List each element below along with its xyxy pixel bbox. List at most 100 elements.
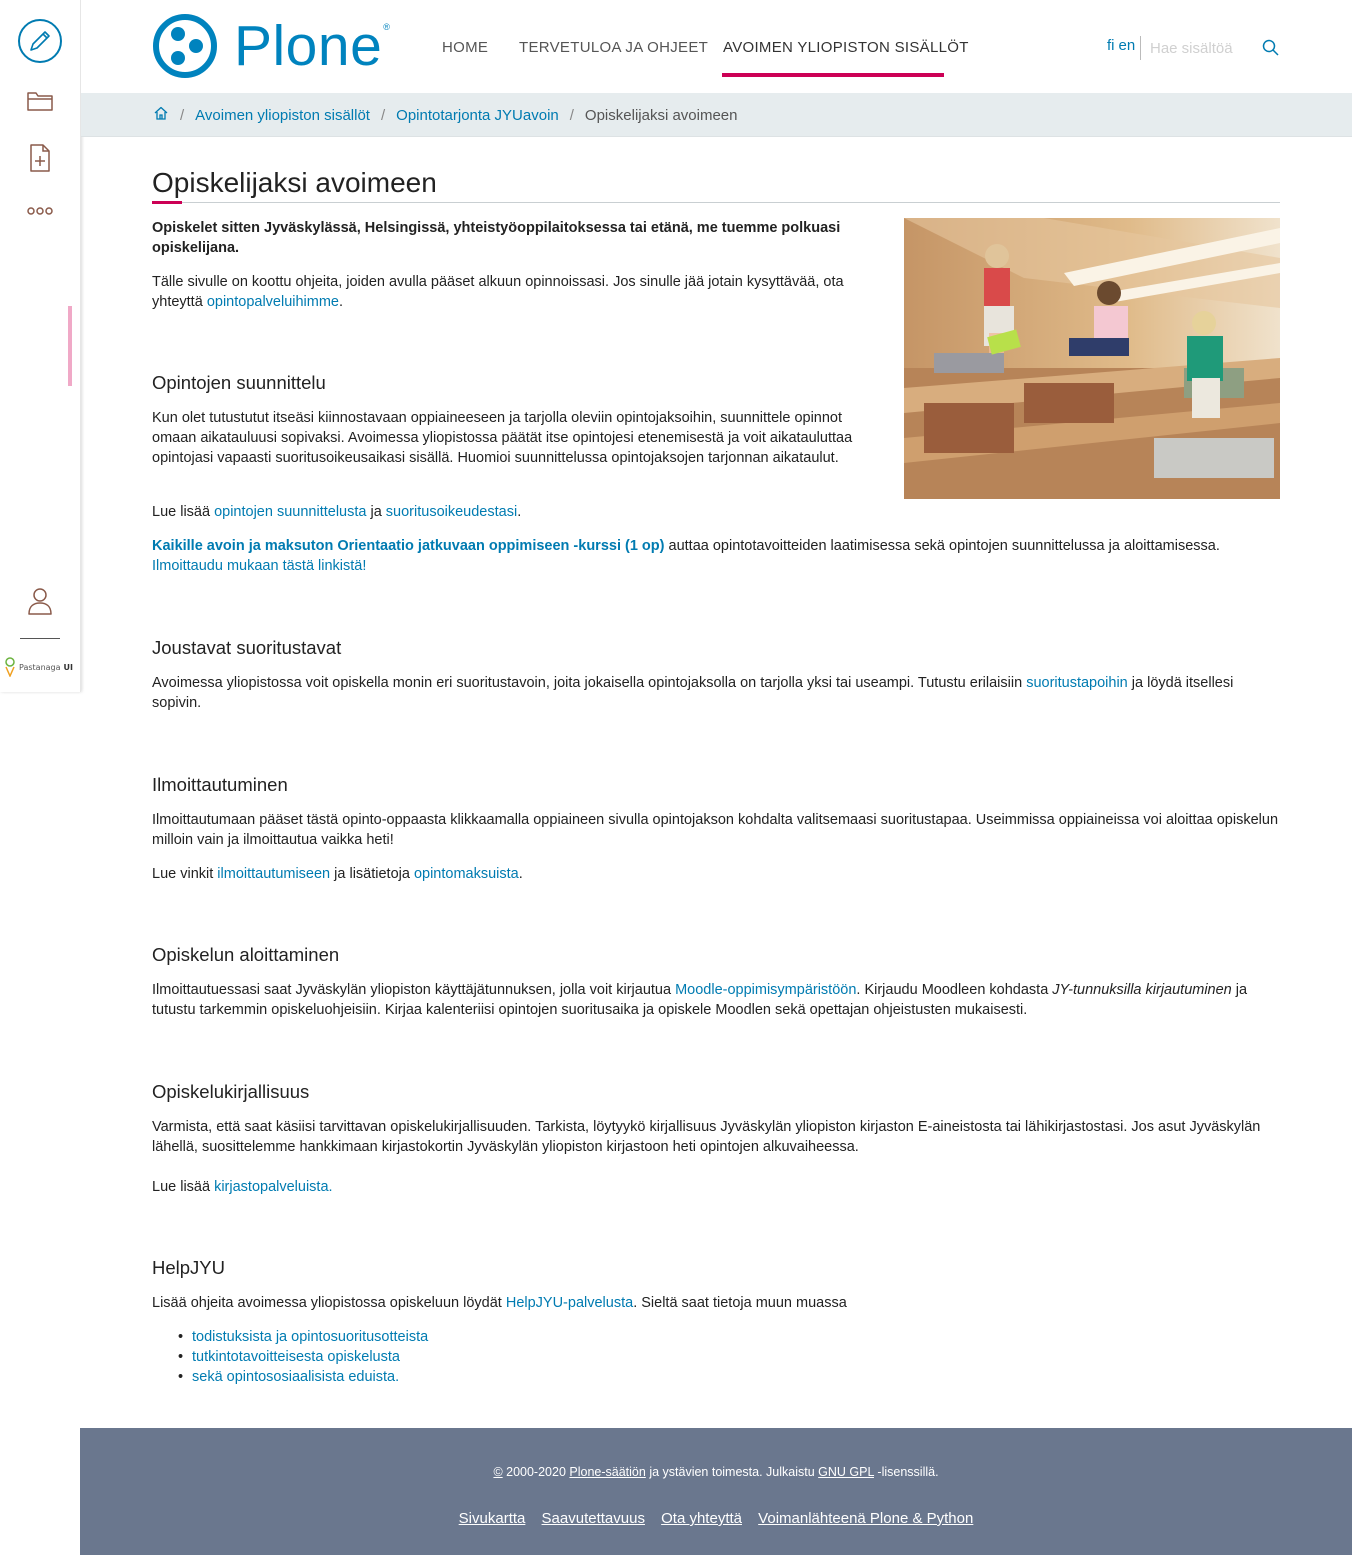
footer-link-sitemap[interactable]: Sivukartta: [459, 1510, 526, 1527]
site-logo[interactable]: Plone ®: [152, 12, 390, 80]
text-span: ja ystävien toimesta. Julkaistu: [645, 1465, 819, 1479]
footer-link-contact[interactable]: Ota yhteyttä: [661, 1510, 742, 1527]
footer-links: Sivukartta Saavutettavuus Ota yhteyttä V…: [80, 1510, 1352, 1527]
flexible-text: Avoimessa yliopistossa voit opiskella mo…: [152, 673, 1280, 713]
list-item: sekä opintososiaalisista eduista.: [152, 1367, 1280, 1387]
section-heading-starting: Opiskelun aloittaminen: [152, 944, 340, 965]
planning-more: Lue lisää opintojen suunnittelusta ja su…: [152, 502, 887, 522]
breadcrumb-current: Opiskelijaksi avoimeen: [584, 106, 738, 124]
list-item: todistuksista ja opintosuoritusotteista: [152, 1327, 1280, 1347]
literature-more: Lue lisää kirjastopalveluista.: [152, 1177, 1280, 1197]
more-button[interactable]: [0, 196, 80, 226]
text-span: Lue vinkit: [152, 866, 218, 882]
text-span: Avoimessa yliopistossa voit opiskella mo…: [152, 675, 1027, 691]
list-item: tutkintotavoitteisesta opiskelusta: [152, 1347, 1280, 1367]
registration-text: Ilmoittautumaan pääset tästä opinto-oppa…: [152, 812, 1279, 848]
search-input[interactable]: [1150, 37, 1260, 59]
search-icon: [1262, 39, 1279, 56]
text-span: Ilmoittautuessasi saat Jyväskylän yliopi…: [152, 982, 676, 998]
link-study-planning[interactable]: opintojen suunnittelusta: [214, 504, 366, 520]
site-header: Plone ® HOME TERVETULOA JA OHJEET AVOIME…: [81, 0, 1352, 93]
hero-image: [904, 218, 1280, 499]
section-heading-literature: Opiskelukirjallisuus: [152, 1081, 310, 1102]
pastanaga-icon: [5, 657, 15, 677]
link-study-services[interactable]: opintopalveluihimme: [207, 294, 339, 310]
link-gnu-gpl[interactable]: GNU GPL: [818, 1465, 874, 1479]
breadcrumb: / Avoimen yliopiston sisällöt / Opintota…: [81, 93, 1352, 137]
text-span: . Sieltä saat tietoja muun muassa: [633, 1295, 847, 1311]
footer-copyright: © 2000-2020 Plone-säätiön ja ystävien to…: [80, 1465, 1352, 1479]
link-helpjyu[interactable]: HelpJYU-palvelusta: [506, 1295, 633, 1311]
text-span: Lisää ohjeita avoimessa yliopistossa opi…: [152, 1295, 506, 1311]
toolbar-divider: [20, 638, 60, 639]
link-moodle[interactable]: Moodle-oppimisympäristöön: [675, 982, 856, 998]
title-accent: [152, 201, 182, 204]
helpjyu-list: todistuksista ja opintosuoritusotteista …: [152, 1327, 1280, 1387]
nav-open-university-content[interactable]: AVOIMEN YLIOPISTON SISÄLLÖT: [723, 39, 969, 56]
logo-text: Plone: [234, 13, 383, 78]
nav-active-indicator: [722, 73, 944, 77]
section-heading-planning: Opintojen suunnittelu: [152, 372, 326, 393]
section-heading-flexible: Joustavat suoritustavat: [152, 637, 342, 658]
text-span: 2000-2020: [502, 1465, 570, 1479]
contents-button[interactable]: [0, 84, 80, 118]
nav-welcome[interactable]: TERVETULOA JA OHJEET: [519, 39, 708, 56]
breadcrumb-separator: /: [180, 106, 185, 124]
plone-logo-icon: [153, 14, 217, 78]
breadcrumb-home[interactable]: [153, 105, 169, 125]
lang-fi[interactable]: fi: [1107, 37, 1115, 54]
helpjyu-text: Lisää ohjeita avoimessa yliopistossa opi…: [152, 1293, 1280, 1313]
emphasis-text: JY-tunnuksilla kirjautuminen: [1052, 982, 1232, 998]
toolbar: Pastanaga UI: [0, 0, 81, 692]
breadcrumb-item[interactable]: Avoimen yliopiston sisällöt: [195, 107, 370, 124]
orientation-text: Kaikille avoin ja maksuton Orientaatio j…: [152, 536, 1280, 576]
intro-text: Tälle sivulle on koottu ohjeita, joiden …: [152, 272, 887, 312]
section-heading-helpjyu: HelpJYU: [152, 1257, 225, 1278]
link-social-benefits[interactable]: sekä opintososiaalisista eduista.: [192, 1369, 399, 1385]
text-span: .: [517, 504, 522, 520]
user-button[interactable]: [0, 583, 80, 619]
footer-link-accessibility[interactable]: Saavutettavuus: [542, 1510, 645, 1527]
footer-link-powered-by[interactable]: Voimanlähteenä Plone & Python: [758, 1510, 973, 1527]
nav-home[interactable]: HOME: [442, 39, 488, 56]
site-footer: © 2000-2020 Plone-säätiön ja ystävien to…: [80, 1428, 1352, 1555]
link-completion-methods[interactable]: suoritustapoihin: [1026, 675, 1128, 691]
link-register-here[interactable]: Ilmoittaudu mukaan tästä linkistä!: [152, 558, 366, 574]
link-plone-foundation[interactable]: Plone-säätiön: [569, 1465, 645, 1479]
breadcrumb-separator: /: [569, 106, 574, 124]
registration-more: Lue vinkit ilmoittautumiseen ja lisätiet…: [152, 864, 1280, 884]
link-certificates[interactable]: todistuksista ja opintosuoritusotteista: [192, 1329, 428, 1345]
link-library-services[interactable]: kirjastopalveluista.: [214, 1179, 332, 1195]
text-span: ja lisätietoja: [330, 866, 414, 882]
page-title: Opiskelijaksi avoimeen: [152, 167, 437, 198]
link-orientation-course[interactable]: Kaikille avoin ja maksuton Orientaatio j…: [152, 538, 664, 554]
toolbar-indicator: [68, 306, 72, 386]
text-span: .: [518, 866, 523, 882]
pastanaga-brand[interactable]: Pastanaga UI: [4, 656, 78, 678]
edit-icon: [18, 19, 62, 63]
home-icon: [154, 106, 168, 120]
add-button[interactable]: [0, 140, 80, 176]
add-document-icon: [30, 144, 50, 172]
link-degree-studies[interactable]: tutkintotavoitteisesta opiskelusta: [192, 1349, 400, 1365]
title-rule: [152, 202, 1280, 203]
lang-en[interactable]: en: [1119, 37, 1136, 54]
edit-button[interactable]: [0, 18, 80, 64]
intro-text-end: .: [339, 294, 344, 310]
planning-text: Kun olet tutustutut itseäsi kiinnostavaa…: [152, 410, 853, 466]
logo-registered-mark: ®: [383, 22, 390, 32]
copyright-symbol: ©: [493, 1465, 503, 1479]
pastanaga-label: Pastanaga: [19, 662, 61, 672]
breadcrumb-item[interactable]: Opintotarjonta JYUavoin: [396, 107, 559, 124]
literature-text: Varmista, että saat käsiisi tarvittavan …: [152, 1119, 1261, 1155]
pastanaga-ui-label: UI: [63, 662, 74, 672]
text-span: -lisenssillä.: [873, 1465, 939, 1479]
link-study-right[interactable]: suoritusoikeudestasi: [386, 504, 517, 520]
section-heading-registration: Ilmoittautuminen: [152, 774, 288, 795]
link-registration-tips[interactable]: ilmoittautumiseen: [217, 866, 330, 882]
lang-separator: [1140, 36, 1141, 60]
starting-text: Ilmoittautuessasi saat Jyväskylän yliopi…: [152, 980, 1280, 1020]
text-span: Lue lisää: [152, 504, 215, 520]
link-study-fees[interactable]: opintomaksuista: [414, 866, 519, 882]
search-button[interactable]: [1261, 38, 1281, 58]
